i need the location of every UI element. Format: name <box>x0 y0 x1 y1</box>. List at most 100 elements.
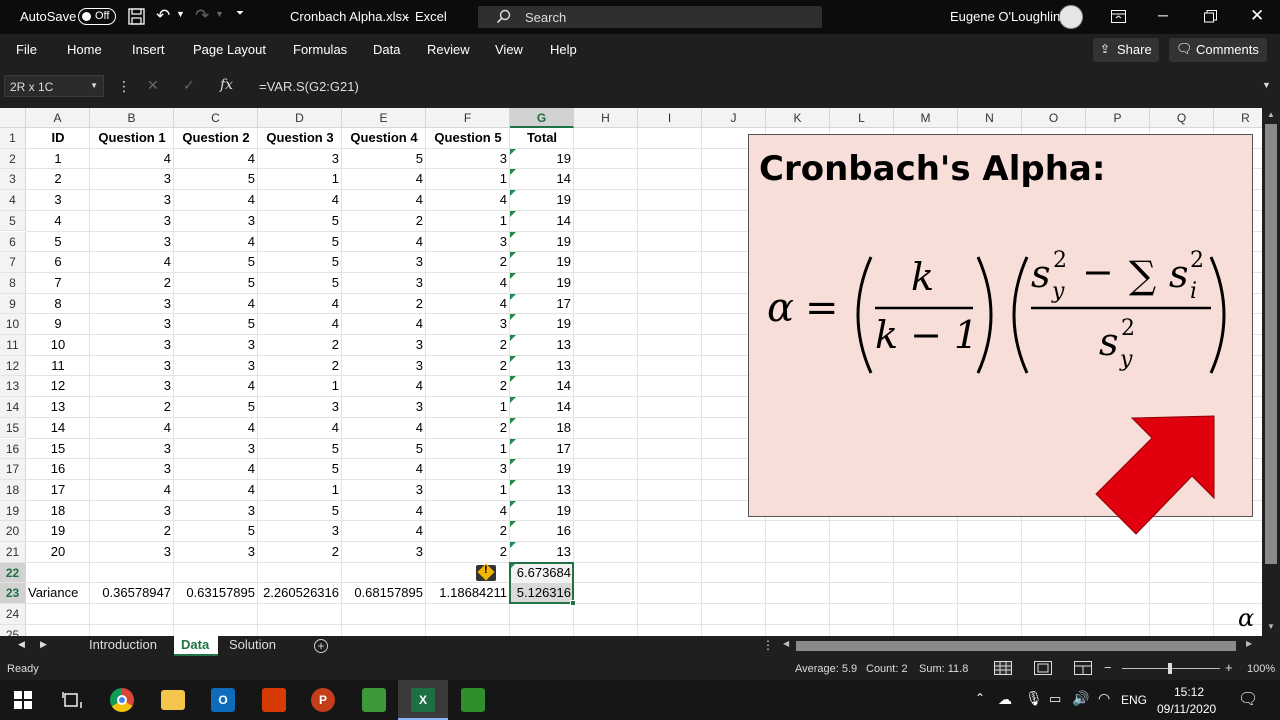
column-header-c[interactable]: C <box>174 108 258 128</box>
id-cell[interactable]: 17 <box>26 480 90 500</box>
customize-qat-icon[interactable]: ⏷ <box>236 8 244 19</box>
id-cell[interactable]: 15 <box>26 439 90 459</box>
id-cell[interactable]: 10 <box>26 335 90 355</box>
volume-icon[interactable]: 🔊 <box>1072 690 1089 707</box>
total-cell[interactable]: 19 <box>510 190 574 210</box>
page-break-view-icon[interactable] <box>1074 661 1092 675</box>
avatar[interactable] <box>1059 5 1083 29</box>
page-layout-view-icon[interactable] <box>1034 661 1052 675</box>
column-header-g[interactable]: G <box>510 108 574 128</box>
formula-input[interactable]: =VAR.S(G2:G21) <box>259 79 359 94</box>
total-cell[interactable]: 19 <box>510 501 574 521</box>
answer-cell[interactable]: 3 <box>258 521 342 541</box>
vertical-scroll-thumb[interactable] <box>1265 124 1277 564</box>
answer-cell[interactable]: 3 <box>90 169 174 189</box>
total-cell[interactable]: 13 <box>510 356 574 376</box>
total-cell[interactable]: 14 <box>510 169 574 189</box>
column-header-o[interactable]: O <box>1022 108 1086 128</box>
answer-cell[interactable]: 3 <box>174 501 258 521</box>
answer-cell[interactable]: 4 <box>90 252 174 272</box>
undo-icon[interactable]: ↶ <box>156 6 170 26</box>
sheet-tab-introduction[interactable]: Introduction <box>89 637 157 652</box>
row-header-15[interactable]: 15 <box>0 417 26 439</box>
answer-cell[interactable]: 4 <box>174 294 258 314</box>
total-cell[interactable]: 16 <box>510 521 574 541</box>
answer-cell[interactable]: 2 <box>342 294 426 314</box>
answer-cell[interactable]: 3 <box>174 542 258 562</box>
tab-review[interactable]: Review <box>427 42 470 57</box>
answer-cell[interactable]: 5 <box>342 149 426 169</box>
column-header-i[interactable]: I <box>638 108 702 128</box>
id-cell[interactable]: 7 <box>26 273 90 293</box>
ribbon-display-options-icon[interactable] <box>1111 10 1126 23</box>
answer-cell[interactable]: 2 <box>258 542 342 562</box>
answer-cell[interactable]: 3 <box>174 335 258 355</box>
total-cell[interactable]: 13 <box>510 480 574 500</box>
answer-cell[interactable]: 2 <box>258 335 342 355</box>
answer-cell[interactable]: 5 <box>342 439 426 459</box>
powerpoint-icon[interactable]: P <box>311 688 335 712</box>
tab-insert[interactable]: Insert <box>132 42 165 57</box>
question-variance-cell[interactable]: 2.260526316 <box>258 583 342 603</box>
answer-cell[interactable]: 4 <box>174 459 258 479</box>
answer-cell[interactable]: 4 <box>258 418 342 438</box>
search-box[interactable]: Search <box>478 6 822 28</box>
outlook-icon[interactable]: O <box>211 688 235 712</box>
close-icon[interactable]: ✕ <box>1250 6 1264 26</box>
share-button[interactable]: ⇪ Share <box>1093 38 1159 62</box>
undo-dropdown-icon[interactable]: ▼ <box>176 9 185 19</box>
answer-cell[interactable]: 2 <box>90 273 174 293</box>
answer-cell[interactable]: 5 <box>258 501 342 521</box>
id-cell[interactable]: 12 <box>26 376 90 396</box>
row-header-20[interactable]: 20 <box>0 521 26 542</box>
column-header-q[interactable]: Q <box>1150 108 1214 128</box>
scroll-left-icon[interactable]: ◀ <box>783 639 789 648</box>
answer-cell[interactable]: 2 <box>426 252 510 272</box>
id-cell[interactable]: 2 <box>26 169 90 189</box>
answer-cell[interactable]: 4 <box>342 376 426 396</box>
row-header-13[interactable]: 13 <box>0 376 26 398</box>
autosave-toggle[interactable]: Off <box>78 8 116 25</box>
table-header-cell[interactable]: Question 5 <box>426 128 510 148</box>
answer-cell[interactable]: 4 <box>174 149 258 169</box>
comments-button[interactable]: 🗨 Comments <box>1169 38 1267 62</box>
answer-cell[interactable]: 2 <box>90 521 174 541</box>
answer-cell[interactable]: 4 <box>258 314 342 334</box>
tab-formulas[interactable]: Formulas <box>293 42 347 57</box>
answer-cell[interactable]: 5 <box>258 211 342 231</box>
onedrive-icon[interactable]: ☁ <box>998 691 1012 708</box>
vertical-scrollbar[interactable]: ▲ ▼ <box>1262 108 1280 636</box>
answer-cell[interactable]: 3 <box>342 480 426 500</box>
id-cell[interactable]: 19 <box>26 521 90 541</box>
id-cell[interactable]: 5 <box>26 232 90 252</box>
answer-cell[interactable]: 4 <box>258 294 342 314</box>
save-icon[interactable] <box>128 8 145 25</box>
tab-data[interactable]: Data <box>373 42 400 57</box>
answer-cell[interactable]: 4 <box>258 190 342 210</box>
scroll-right-icon[interactable]: ▶ <box>1246 639 1252 648</box>
status-average[interactable]: Average: 5.9 <box>795 663 857 675</box>
answer-cell[interactable]: 2 <box>258 356 342 376</box>
answer-cell[interactable]: 2 <box>342 211 426 231</box>
id-cell[interactable]: 3 <box>26 190 90 210</box>
clock-date[interactable]: 09/11/2020 <box>1157 702 1216 716</box>
file-explorer-icon[interactable] <box>161 690 185 710</box>
column-header-k[interactable]: K <box>766 108 830 128</box>
id-cell[interactable]: 16 <box>26 459 90 479</box>
row-header-14[interactable]: 14 <box>0 397 26 418</box>
answer-cell[interactable]: 3 <box>426 232 510 252</box>
column-header-b[interactable]: B <box>90 108 174 128</box>
answer-cell[interactable]: 4 <box>342 521 426 541</box>
id-cell[interactable]: 8 <box>26 294 90 314</box>
expand-formula-bar-icon[interactable]: ▼ <box>1262 80 1271 90</box>
answer-cell[interactable]: 5 <box>258 459 342 479</box>
user-name[interactable]: Eugene O'Loughlin <box>950 9 1060 24</box>
answer-cell[interactable]: 2 <box>426 376 510 396</box>
scroll-down-icon[interactable]: ▼ <box>1267 622 1275 631</box>
wifi-icon[interactable]: ◠ <box>1098 690 1110 707</box>
id-cell[interactable]: 13 <box>26 397 90 417</box>
windows-start-icon[interactable] <box>14 691 32 709</box>
column-header-n[interactable]: N <box>958 108 1022 128</box>
answer-cell[interactable]: 4 <box>174 190 258 210</box>
answer-cell[interactable]: 3 <box>90 459 174 479</box>
